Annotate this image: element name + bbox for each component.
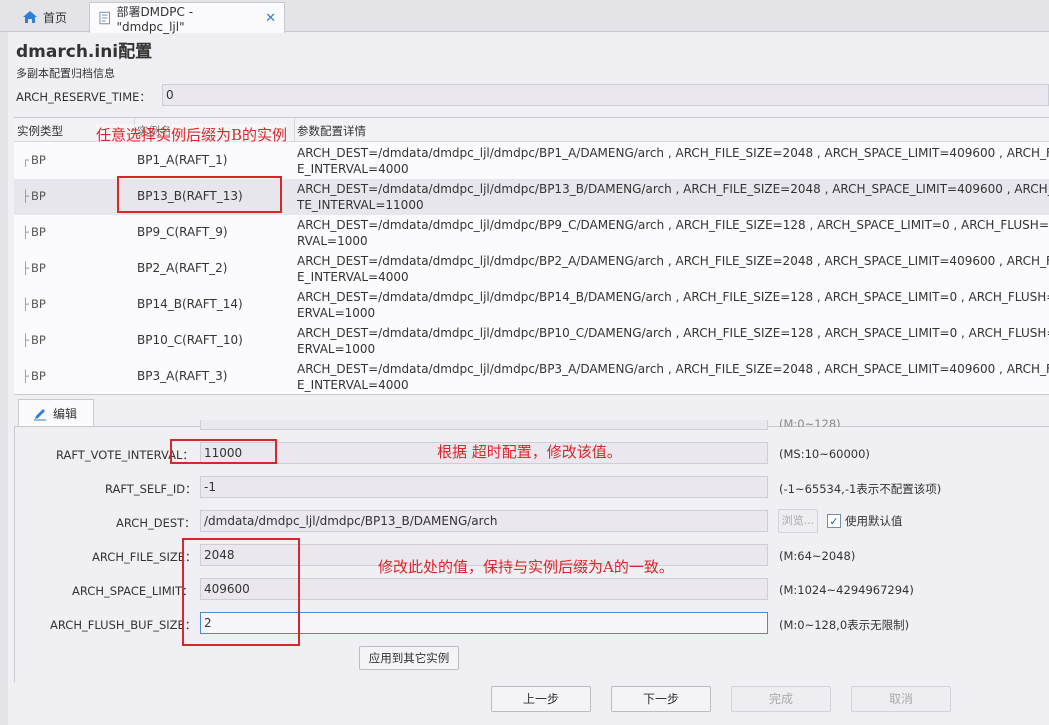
instance-name: BP9_C(RAFT_9)	[137, 225, 228, 239]
instance-detail: ARCH_DEST=/dmdata/dmdpc_ljl/dmdpc/BP1_A/…	[297, 146, 1049, 176]
instance-name: BP3_A(RAFT_3)	[137, 369, 228, 383]
arch-flush-buf-size-hint: (M:0~128,0表示无限制)	[779, 618, 910, 632]
tab-edit-label: 编辑	[53, 407, 78, 421]
arch-file-size-label: ARCH_FILE_SIZE：	[92, 550, 197, 564]
prev-step-button[interactable]: 上一步	[491, 686, 591, 712]
tab-deploy-label: 部署DMDPC - "dmdpc_ljl"	[116, 4, 194, 34]
column-header-detail[interactable]: 参数配置详情	[297, 123, 366, 139]
instance-name: BP10_C(RAFT_10)	[137, 333, 243, 347]
annotation-box-vote-interval	[170, 439, 277, 464]
tab-home-label: 首页	[43, 10, 68, 25]
annotation-match-a: 修改此处的值，保持与实例后缀为A的一致。	[378, 558, 674, 576]
left-edge-strip	[0, 32, 8, 725]
annotation-timeout: 根据 超时配置，修改该值。	[437, 443, 622, 461]
use-default-label: 使用默认值	[845, 514, 903, 528]
arch-reserve-time-input[interactable]: 0	[162, 84, 1049, 106]
table-row[interactable]: ├ BP BP9_C(RAFT_9) ARCH_DEST=/dmdata/dmdp…	[14, 215, 1049, 251]
raft-vote-interval-hint: (MS:10~60000)	[779, 447, 870, 461]
document-icon	[99, 11, 110, 25]
arch-dest-label: ARCH_DEST：	[116, 516, 196, 530]
arch-file-size-hint: (M:64~2048)	[779, 549, 856, 563]
instance-table: 实例类型 实例名 参数配置详情 ┌ BP BP1_A(RAFT_1) ARCH_D…	[14, 117, 1049, 395]
page-subtitle: 多副本配置归档信息	[16, 67, 115, 80]
arch-dest-input[interactable]: /dmdata/dmdpc_ljl/dmdpc/BP13_B/DAMENG/ar…	[200, 510, 768, 532]
instance-detail: ARCH_DEST=/dmdata/dmdpc_ljl/dmdpc/BP2_A/…	[297, 254, 1049, 284]
arch-flush-buf-size-label: ARCH_FLUSH_BUF_SIZE：	[50, 618, 197, 632]
instance-name: BP1_A(RAFT_1)	[137, 153, 228, 167]
table-row[interactable]: ├ BP BP10_C(RAFT_10) ARCH_DEST=/dmdata/dm…	[14, 323, 1049, 359]
instance-detail: ARCH_DEST=/dmdata/dmdpc_ljl/dmdpc/BP3_A/…	[297, 362, 1049, 392]
instance-detail: ARCH_DEST=/dmdata/dmdpc_ljl/dmdpc/BP10_C…	[297, 326, 1049, 356]
tab-bar: 首页 部署DMDPC - "dmdpc_ljl" ✕	[0, 0, 1049, 34]
annotation-select-b: 任意选择实例后缀为B的实例	[96, 124, 288, 145]
table-row[interactable]: ├ BP BP2_A(RAFT_2) ARCH_DEST=/dmdata/dmdp…	[14, 251, 1049, 287]
browse-button[interactable]: 浏览...	[778, 509, 818, 533]
instance-detail: ARCH_DEST=/dmdata/dmdpc_ljl/dmdpc/BP9_C/…	[297, 218, 1049, 248]
apply-to-other-instances-button[interactable]: 应用到其它实例	[359, 646, 459, 670]
table-row[interactable]: ├ BP BP14_B(RAFT_14) ARCH_DEST=/dmdata/dm…	[14, 287, 1049, 323]
home-icon	[23, 11, 37, 23]
cancel-button[interactable]: 取消	[851, 686, 951, 712]
instance-type: BP	[30, 189, 46, 203]
instance-detail: ARCH_DEST=/dmdata/dmdpc_ljl/dmdpc/BP13_B…	[297, 182, 1049, 212]
raft-self-id-hint: (-1~65534,-1表示不配置该项)	[779, 482, 942, 496]
checkmark-icon: ✓	[827, 514, 841, 528]
use-default-checkbox[interactable]: ✓ 使用默认值	[827, 513, 903, 529]
scrolled-field-partial[interactable]	[200, 420, 768, 430]
instance-type: BP	[30, 297, 46, 311]
instance-name: BP14_B(RAFT_14)	[137, 297, 243, 311]
annotation-box-instance	[117, 176, 282, 213]
instance-type: BP	[30, 369, 46, 383]
next-step-button[interactable]: 下一步	[611, 686, 711, 712]
page-title: dmarch.ini配置	[16, 42, 153, 62]
pencil-icon	[34, 408, 46, 420]
finish-button[interactable]: 完成	[731, 686, 831, 712]
tab-home[interactable]: 首页	[14, 2, 88, 32]
close-icon[interactable]: ✕	[265, 11, 276, 26]
column-header-type[interactable]: 实例类型	[17, 123, 63, 139]
scrolled-hint-partial: (M:0~128)	[779, 417, 841, 427]
tab-deploy-dmdpc[interactable]: 部署DMDPC - "dmdpc_ljl" ✕	[89, 2, 285, 34]
table-row[interactable]: ├ BP BP3_A(RAFT_3) ARCH_DEST=/dmdata/dmdp…	[14, 359, 1049, 394]
raft-self-id-input[interactable]: -1	[200, 476, 768, 498]
tab-edit[interactable]: 编辑	[18, 399, 94, 427]
instance-detail: ARCH_DEST=/dmdata/dmdpc_ljl/dmdpc/BP14_B…	[297, 290, 1049, 320]
annotation-box-size-fields	[182, 538, 300, 646]
arch-space-limit-hint: (M:1024~4294967294)	[779, 583, 914, 597]
instance-type: BP	[30, 225, 46, 239]
table-row[interactable]: ┌ BP BP1_A(RAFT_1) ARCH_DEST=/dmdata/dmdp…	[14, 143, 1049, 179]
arch-reserve-time-label: ARCH_RESERVE_TIME：	[16, 90, 151, 104]
raft-self-id-label: RAFT_SELF_ID：	[105, 482, 197, 496]
instance-type: BP	[30, 153, 46, 167]
arch-space-limit-label: ARCH_SPACE_LIMIT：	[72, 584, 194, 598]
instance-type: BP	[30, 333, 46, 347]
instance-type: BP	[30, 261, 46, 275]
instance-name: BP2_A(RAFT_2)	[137, 261, 228, 275]
